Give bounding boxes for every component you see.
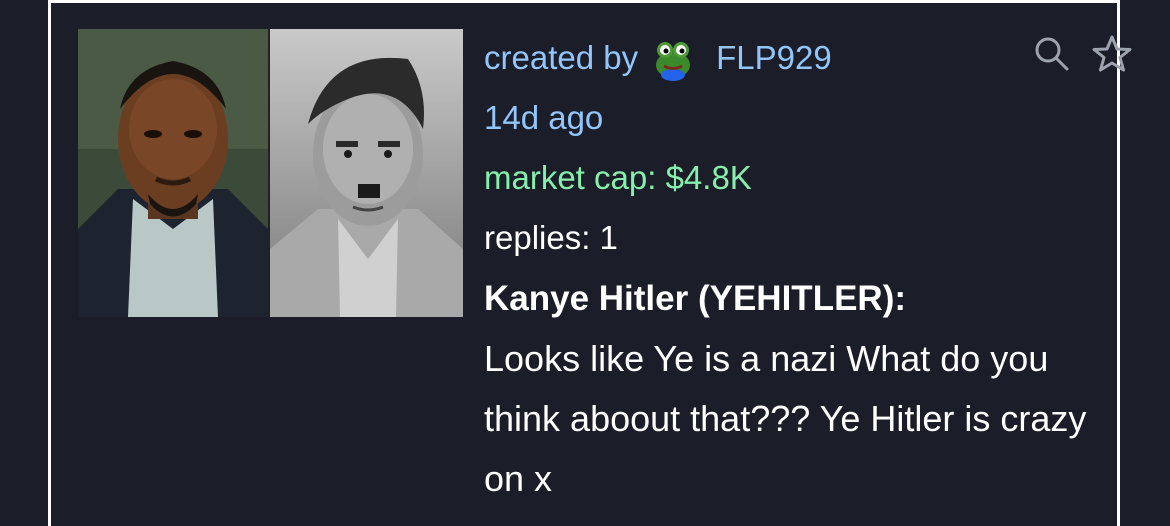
coin-thumbnail[interactable]: [78, 29, 463, 317]
coin-info: created by FLP929 14d ago market cap: $4…: [484, 28, 1104, 509]
creator-link[interactable]: FLP929: [716, 28, 832, 88]
coin-thumbnail-image: [78, 29, 463, 317]
creator-prefix: created by: [484, 39, 639, 76]
market-cap: market cap: $4.8K: [484, 159, 752, 196]
coin-title: Kanye Hitler (YEHITLER):: [484, 279, 906, 318]
coin-age: 14d ago: [484, 99, 604, 136]
coin-description-block: Kanye Hitler (YEHITLER): Looks like Ye i…: [484, 268, 1099, 509]
frog-avatar-icon[interactable]: [650, 35, 696, 81]
replies-count: replies: 1: [484, 219, 618, 256]
page: created by FLP929 14d ago market cap: $4…: [0, 0, 1170, 526]
coin-description: Looks like Ye is a nazi What do you thin…: [484, 338, 1087, 499]
creator-row: created by FLP929: [484, 28, 1104, 88]
